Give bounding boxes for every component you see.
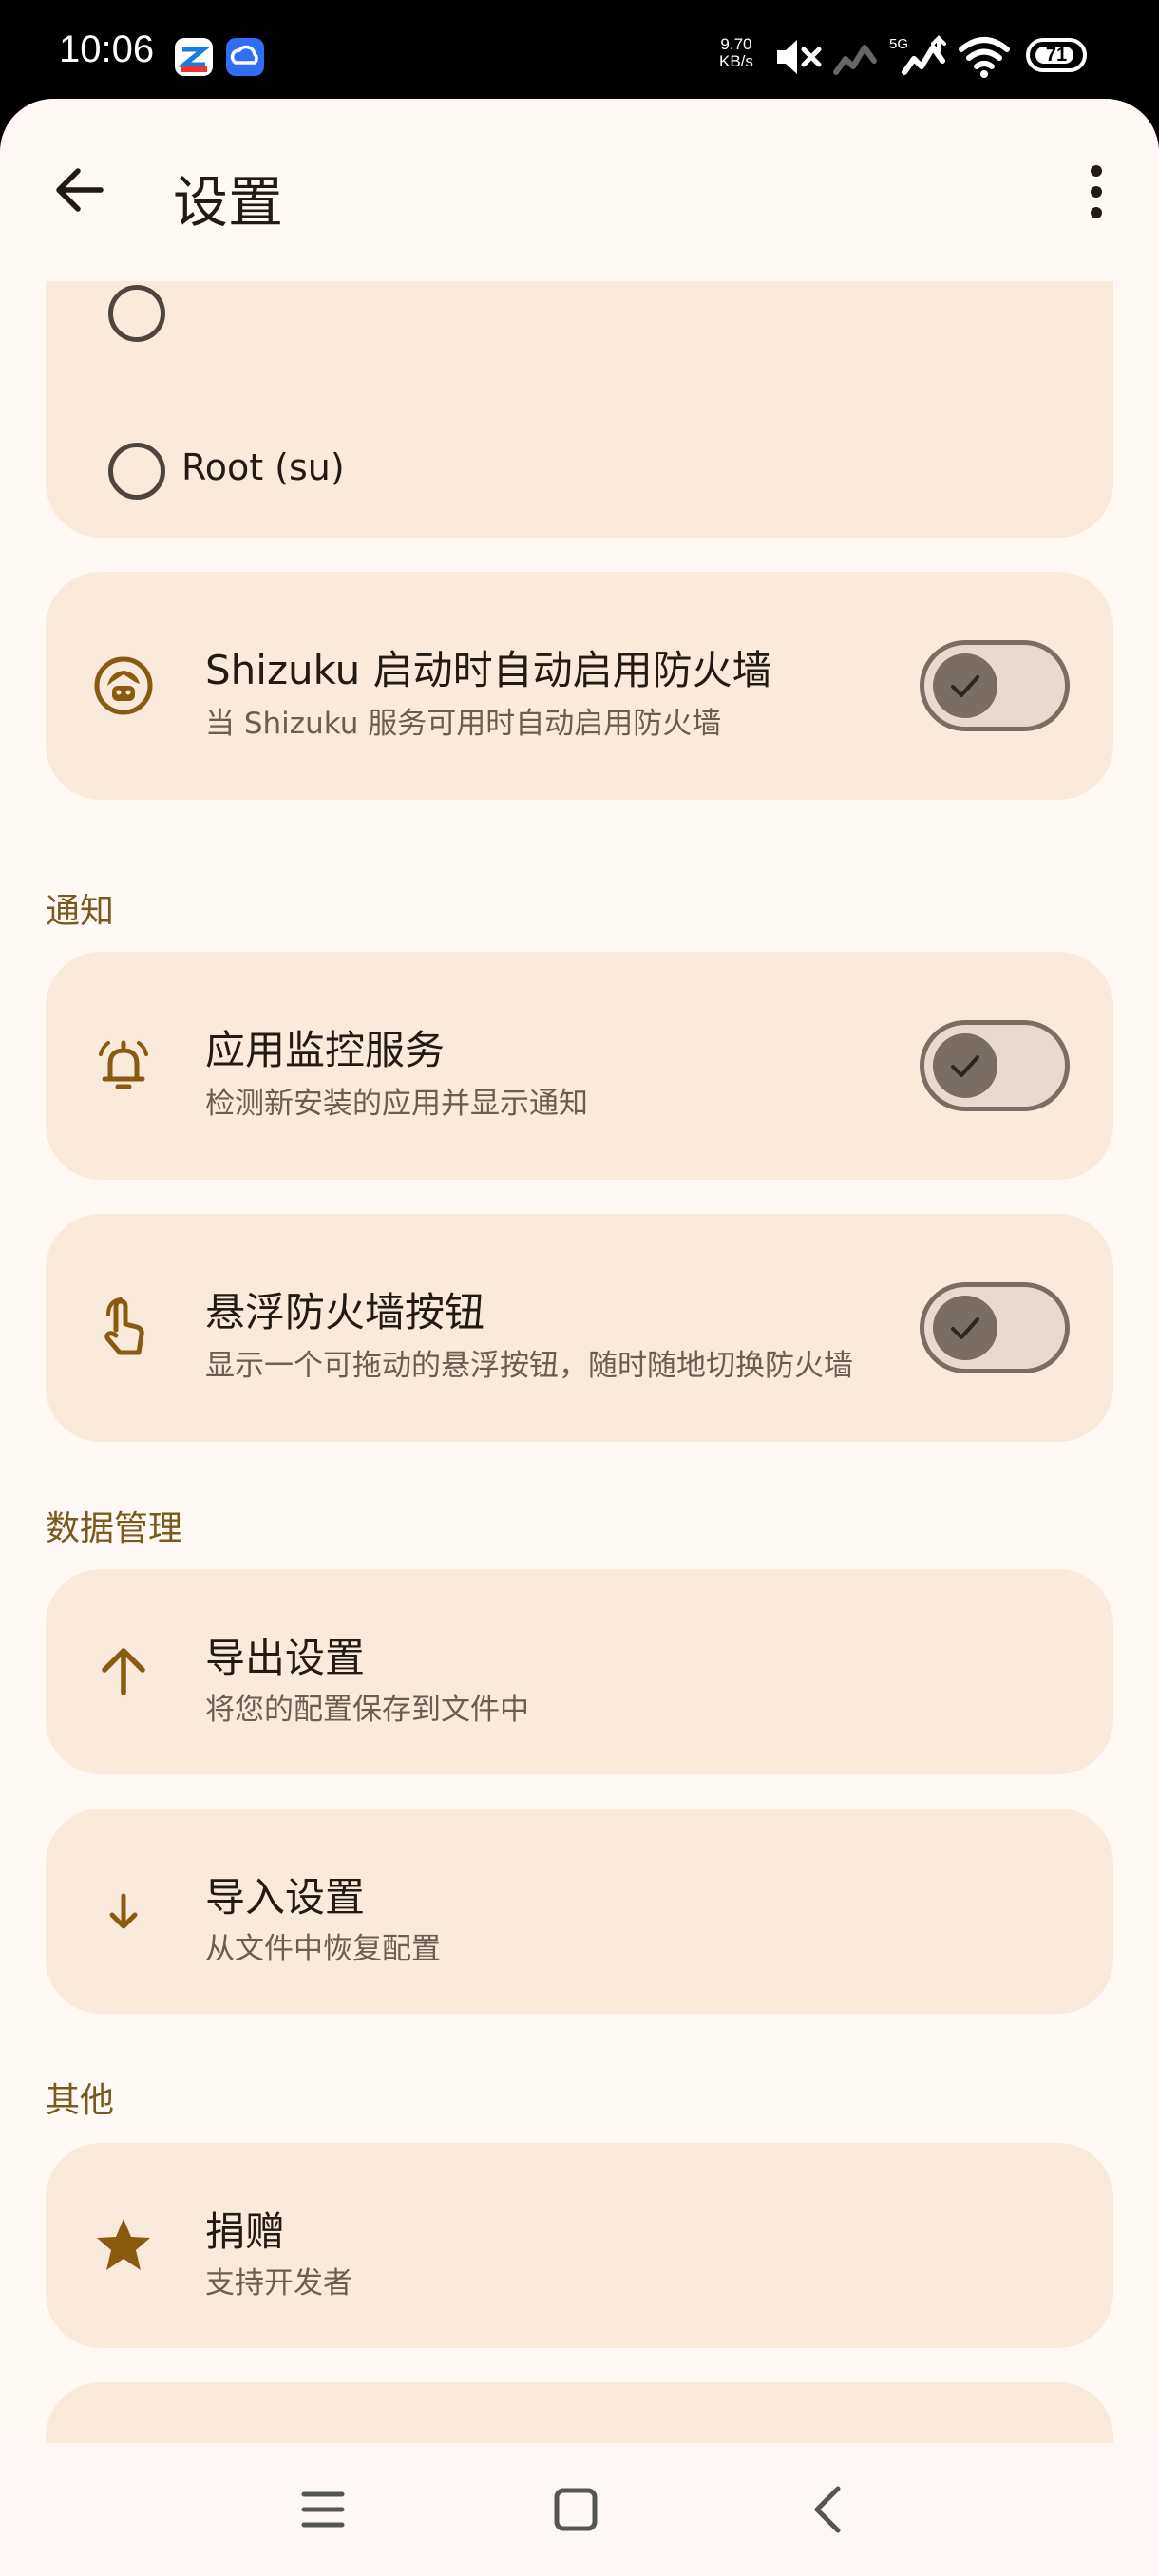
top-app-bar: 设置 — [0, 99, 1159, 281]
menu-icon[interactable] — [294, 2481, 352, 2538]
wifi-icon — [959, 37, 1010, 78]
more-vert-icon — [1091, 165, 1102, 218]
floating-button-title: 悬浮防火墙按钮 — [205, 1289, 485, 1335]
back-button[interactable] — [46, 154, 118, 226]
switch-thumb — [933, 1033, 998, 1098]
page-title: 设置 — [173, 172, 284, 234]
touch-icon — [104, 1297, 144, 1355]
switch-thumb — [933, 1296, 998, 1360]
system-nav-bar — [0, 2443, 1159, 2576]
check-icon — [951, 1055, 979, 1077]
radio-root[interactable] — [108, 443, 165, 500]
donate-subtitle: 支持开发者 — [205, 2266, 352, 2301]
shizuku-icon — [94, 656, 153, 715]
section-other: 其他 — [46, 2081, 115, 2120]
signal-2-icon — [902, 35, 946, 75]
firewall-subtitle: 当 Shizuku 服务可用时自动启用防火墙 — [205, 707, 722, 741]
app-monitor-title: 应用监控服务 — [205, 1027, 446, 1073]
arrow-down-icon — [109, 1893, 138, 1929]
arrow-up-icon — [102, 1648, 145, 1695]
import-settings-card[interactable]: 导入设置 从文件中恢复配置 — [46, 1809, 1113, 2014]
bell-ring-icon — [99, 1040, 148, 1089]
donate-title: 捐赠 — [205, 2208, 286, 2255]
import-title: 导入设置 — [205, 1874, 366, 1921]
app-monitor-card[interactable]: 应用监控服务 检测新安装的应用并显示通知 — [46, 952, 1113, 1180]
home-icon[interactable] — [547, 2481, 604, 2538]
shizuku-auto-firewall-card[interactable]: Shizuku 启动时自动启用防火墙 当 Shizuku 服务可用时自动启用防火… — [46, 572, 1113, 800]
cloud-app-icon — [226, 38, 264, 76]
firewall-title: Shizuku 启动时自动启用防火墙 — [205, 647, 772, 693]
notification-app-icon — [175, 38, 213, 76]
donate-card[interactable]: 捐赠 支持开发者 — [46, 2143, 1113, 2348]
more-options-button[interactable] — [1074, 161, 1112, 224]
star-icon — [97, 2219, 150, 2270]
export-title: 导出设置 — [205, 1635, 366, 1681]
back-nav-icon[interactable] — [800, 2481, 857, 2538]
floating-button-subtitle: 显示一个可拖动的悬浮按钮，随时随地切换防火墙 — [205, 1349, 853, 1383]
export-settings-card[interactable]: 导出设置 将您的配置保存到文件中 — [46, 1569, 1113, 1774]
radio-root-label: Root (su) — [181, 446, 345, 488]
floating-button-switch[interactable] — [920, 1282, 1070, 1373]
battery-icon: 71 — [1026, 38, 1087, 72]
signal-1-icon — [833, 45, 877, 75]
app-monitor-switch[interactable] — [920, 1020, 1070, 1111]
radio-option-partial[interactable] — [108, 285, 165, 342]
export-subtitle: 将您的配置保存到文件中 — [205, 1693, 529, 1727]
settings-screen: 设置 Root (su) Shizuku 启动时自动启用防火墙 当 Shizuk… — [0, 99, 1159, 2576]
section-data-management: 数据管理 — [46, 1509, 183, 1548]
check-icon — [951, 675, 979, 697]
check-icon — [951, 1317, 979, 1339]
status-time: 10:06 — [59, 28, 155, 70]
net-speed-value: 9.70 — [720, 35, 752, 53]
switch-thumb — [933, 653, 998, 718]
floating-button-card[interactable]: 悬浮防火墙按钮 显示一个可拖动的悬浮按钮，随时随地切换防火墙 — [46, 1214, 1113, 1442]
status-bar: 10:06 9.70 KB/s 5G 71 — [0, 0, 1159, 99]
mute-icon — [777, 40, 822, 74]
arrow-left-icon — [56, 168, 104, 212]
import-subtitle: 从文件中恢复配置 — [205, 1932, 441, 1966]
section-notifications: 通知 — [46, 892, 115, 931]
firewall-switch[interactable] — [920, 640, 1070, 731]
battery-level: 71 — [1045, 45, 1068, 66]
net-speed-unit: KB/s — [719, 52, 753, 70]
app-monitor-subtitle: 检测新安装的应用并显示通知 — [205, 1087, 588, 1121]
net-speed: 9.70 KB/s — [719, 36, 753, 70]
